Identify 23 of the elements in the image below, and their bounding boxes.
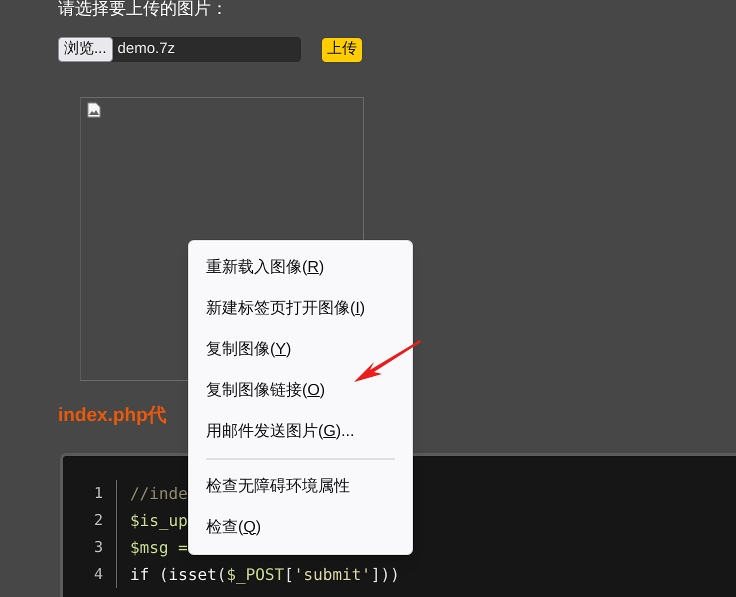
code-line: $msg = xyxy=(130,536,188,558)
menu-item[interactable]: 检查(Q) xyxy=(189,507,412,548)
file-input[interactable]: 浏览... demo.7z xyxy=(58,37,301,62)
line-number: 2 xyxy=(92,510,103,532)
menu-item[interactable]: 检查无障碍环境属性 xyxy=(189,466,412,507)
menu-item[interactable]: 复制图像(Y) xyxy=(189,329,412,370)
line-number: 3 xyxy=(92,537,103,558)
menu-item[interactable]: 新建标签页打开图像(I) xyxy=(189,288,412,329)
prompt-text: 请选择要上传的图片： xyxy=(58,0,229,18)
line-number: 1 xyxy=(92,483,103,504)
code-line: if (isset($_POST['submit'])) xyxy=(130,564,400,586)
arrow-icon xyxy=(352,338,422,384)
broken-image-icon xyxy=(87,102,101,118)
section-heading: index.php代 xyxy=(58,404,168,428)
file-name: demo.7z xyxy=(118,39,176,60)
upload-button[interactable]: 上传 xyxy=(322,38,362,62)
menu-item[interactable]: 重新载入图像(R) xyxy=(189,247,412,288)
browse-button[interactable]: 浏览... xyxy=(58,37,113,62)
code-line: //inde xyxy=(130,482,188,504)
menu-item[interactable]: 复制图像链接(O) xyxy=(189,370,412,411)
menu-item[interactable]: 用邮件发送图片(G)... xyxy=(189,411,412,452)
line-number: 4 xyxy=(92,564,103,586)
code-line: $is_up xyxy=(130,510,188,532)
